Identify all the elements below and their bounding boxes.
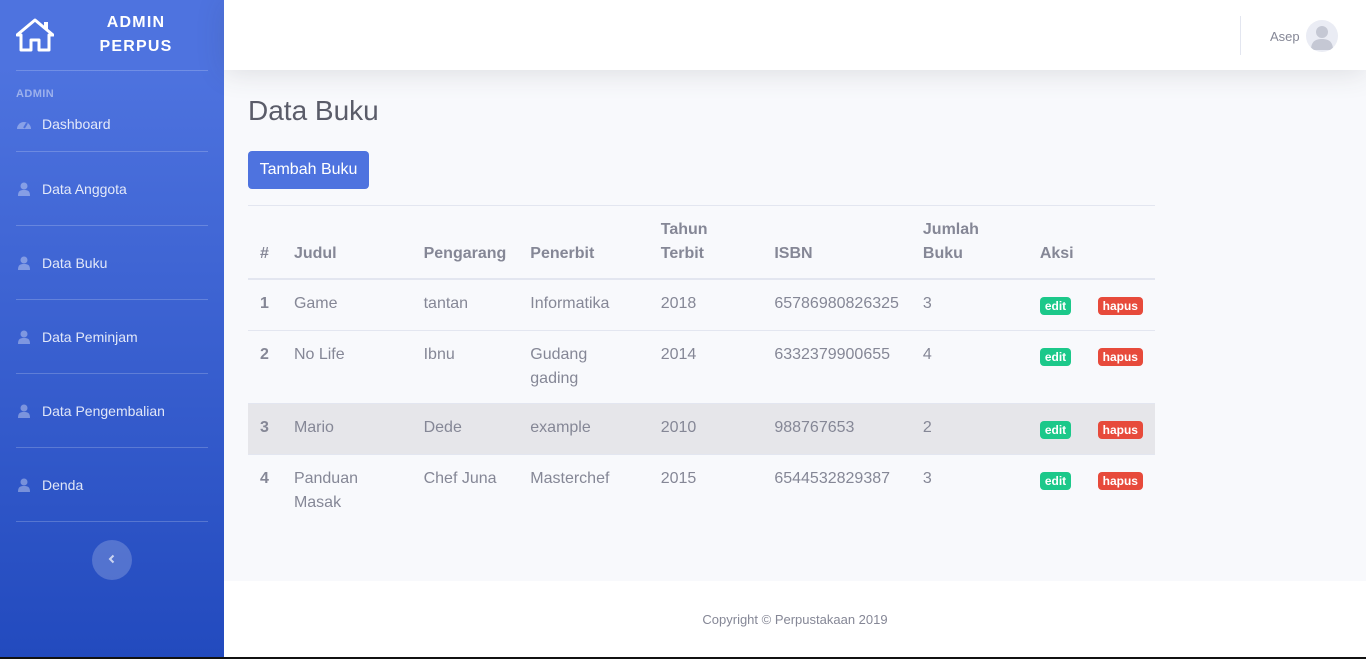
brand-line-1: ADMIN [106, 14, 166, 31]
user-icon [16, 256, 32, 270]
delete-button[interactable]: hapus [1097, 472, 1143, 490]
table-row: 2 No Life Ibnu Gudang gading 2014 633237… [248, 330, 1155, 404]
user-icon [16, 478, 32, 492]
column-header: Aksi [1027, 205, 1086, 280]
cell-hapus: hapus [1085, 403, 1155, 455]
sidebar-toggle-button[interactable] [92, 540, 132, 580]
topbar: Asep [224, 0, 1366, 70]
edit-button[interactable]: edit [1039, 472, 1072, 490]
cell-jumlah: 3 [922, 295, 932, 312]
tachometer-icon [16, 117, 32, 131]
column-header: Jumlah Buku [910, 205, 1028, 280]
sidebar-item-label: Denda [42, 476, 84, 493]
page-title: Data Buku [248, 95, 379, 126]
cell-isbn: 6332379900655 [762, 330, 911, 404]
cell-hapus: hapus [1085, 330, 1155, 404]
delete-button[interactable]: hapus [1097, 421, 1143, 439]
cell-isbn: 988767653 [762, 403, 911, 455]
cell-pengarang: tantan [423, 295, 469, 312]
cell-jumlah: 4 [910, 330, 1028, 404]
cell-tahun: 2010 [648, 403, 763, 455]
cell-penerbit: Gudang gading [518, 330, 649, 404]
sidebar-divider [16, 521, 208, 522]
books-table: # Judul Pengarang Penerbit Tahun Terbit … [248, 205, 1155, 527]
cell-edit: edit [1027, 403, 1086, 455]
sidebar-item-data-buku[interactable]: Data Buku [0, 244, 224, 282]
delete-button[interactable]: hapus [1097, 348, 1143, 366]
cell-no: 1 [260, 295, 269, 312]
column-header: # [248, 205, 282, 280]
edit-button[interactable]: edit [1039, 297, 1072, 315]
cell-edit: edit [1028, 279, 1086, 331]
sidebar-item-data-pengembalian[interactable]: Data Pengembalian [0, 392, 224, 430]
cell-tahun: 2018 [660, 295, 697, 312]
sidebar-item-label: Data Buku [42, 254, 108, 271]
cell-hapus: hapus [1086, 279, 1155, 331]
cell-no: 2 [248, 330, 282, 404]
cell-penerbit: Masterchef [518, 454, 649, 527]
column-header: ISBN [762, 205, 911, 280]
footer: Copyright © Perpustakaan 2019 [224, 581, 1366, 657]
sidebar-item-dashboard[interactable]: Dashboard [0, 105, 224, 143]
column-header: Penerbit [518, 205, 649, 280]
sidebar-item-data-peminjam[interactable]: Data Peminjam [0, 318, 224, 356]
cell-judul: No Life [281, 330, 412, 404]
sidebar-item-label: Data Peminjam [42, 328, 138, 345]
chevron-left-icon [107, 551, 117, 569]
cell-pengarang: Dede [411, 403, 519, 455]
brand-line-2: PERPUS [99, 38, 173, 55]
brand-name: ADMIN PERPUS [76, 11, 196, 59]
table-row: 1 Game tantan Informatika 2018 657869808… [248, 279, 1155, 331]
sidebar-item-label: Data Pengembalian [42, 402, 165, 419]
column-header: Tahun Terbit [648, 205, 763, 280]
cell-no: 3 [248, 403, 282, 455]
table-header-row: # Judul Pengarang Penerbit Tahun Terbit … [248, 205, 1155, 280]
cell-jumlah: 2 [910, 403, 1028, 455]
cell-pengarang: Chef Juna [411, 454, 519, 527]
topbar-divider [1240, 16, 1241, 55]
user-icon [16, 182, 32, 196]
cell-pengarang: Ibnu [411, 330, 519, 404]
user-icon [16, 330, 32, 344]
cell-edit: edit [1027, 454, 1086, 527]
column-header-empty [1085, 205, 1155, 280]
sidebar-item-data-anggota[interactable]: Data Anggota [0, 170, 224, 208]
edit-button[interactable]: edit [1039, 348, 1072, 366]
cell-no: 4 [248, 454, 282, 527]
sidebar-item-denda[interactable]: Denda [0, 466, 224, 504]
column-header: Pengarang [411, 205, 519, 280]
sidebar-item-label: Dashboard [42, 116, 111, 132]
cell-jumlah: 3 [910, 454, 1028, 527]
home-icon [16, 16, 54, 54]
sidebar-brand[interactable]: ADMIN PERPUS [0, 0, 224, 70]
sidebar-heading: ADMIN [16, 88, 55, 100]
cell-tahun: 2015 [648, 454, 763, 527]
sidebar-item-label: Data Anggota [42, 180, 127, 197]
add-book-button[interactable]: Tambah Buku [248, 151, 369, 189]
cell-judul: Game [293, 295, 338, 312]
cell-isbn: 65786980826325 [774, 295, 899, 312]
copyright-text: Copyright © Perpustakaan 2019 [702, 611, 888, 627]
cell-edit: edit [1027, 330, 1086, 404]
edit-button[interactable]: edit [1039, 421, 1072, 439]
cell-hapus: hapus [1085, 454, 1155, 527]
user-icon [16, 404, 32, 418]
cell-judul: Panduan Masak [281, 454, 412, 527]
cell-judul: Mario [281, 403, 412, 455]
sidebar: ADMIN PERPUS ADMIN Dashboard Data Anggot… [0, 0, 224, 659]
user-name[interactable]: Asep [1270, 29, 1300, 44]
cell-penerbit: Informatika [530, 295, 610, 312]
table-row: 4 Panduan Masak Chef Juna Masterchef 201… [248, 454, 1155, 527]
delete-button[interactable]: hapus [1097, 297, 1143, 315]
cell-penerbit: example [518, 403, 649, 455]
table-row-hovered: 3 Mario Dede example 2010 988767653 2 ed… [248, 403, 1155, 455]
user-avatar-icon[interactable] [1306, 20, 1338, 52]
cell-isbn: 6544532829387 [762, 454, 911, 527]
cell-tahun: 2014 [648, 330, 763, 404]
column-header: Judul [281, 205, 412, 280]
